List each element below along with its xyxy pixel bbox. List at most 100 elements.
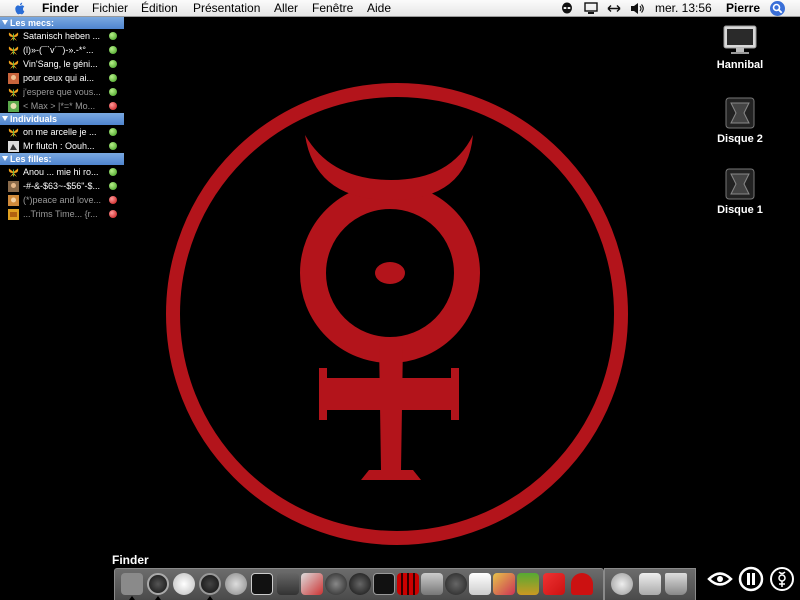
menu-fichier[interactable]: Fichier (92, 1, 128, 16)
buddy-row[interactable]: < Max > |*=* Mo... (0, 99, 124, 113)
disclosure-triangle-icon[interactable] (2, 20, 8, 25)
apple-menu-icon[interactable] (12, 1, 28, 16)
buddy-row[interactable]: -#-&-$63~-$56"-$... (0, 179, 124, 193)
address-book-icon[interactable] (493, 573, 515, 595)
desktop-icon-hannibal[interactable]: Hannibal (700, 24, 780, 71)
running-indicator-icon (155, 596, 161, 600)
pineapple-icon[interactable] (517, 573, 539, 595)
status-available-icon (109, 46, 117, 54)
buddy-row[interactable]: Satanisch heben ... (0, 29, 124, 43)
sync-icon[interactable] (225, 573, 247, 595)
buddy-row[interactable]: j'espere que vous... (0, 85, 124, 99)
status-available-icon (109, 168, 117, 176)
hard-drive-icon (725, 97, 755, 129)
photos-icon[interactable] (301, 573, 323, 595)
menu-fenetre[interactable]: Fenêtre (312, 1, 353, 16)
buddy-row[interactable]: pour ceux qui ai... (0, 71, 124, 85)
buddy-name: Anou ... mie hi ro... (23, 167, 99, 177)
group-name: Individuals (10, 114, 58, 124)
spotlight-button[interactable] (770, 1, 785, 16)
apple-icon[interactable] (373, 573, 395, 595)
safari-icon[interactable] (199, 573, 221, 595)
buddy-row[interactable]: (*)peace and love... (0, 193, 124, 207)
trash-icon[interactable] (665, 573, 687, 595)
disclosure-triangle-icon[interactable] (2, 116, 8, 121)
photo-avatar (8, 181, 19, 192)
dock (114, 568, 604, 600)
mail-icon[interactable] (611, 573, 633, 595)
menu-user[interactable]: Pierre (726, 1, 760, 16)
folder-icon[interactable] (639, 573, 661, 595)
desktop-icon-label: Disque 2 (717, 133, 763, 145)
wallpaper-mercury-symbol (166, 83, 628, 545)
menu-presentation[interactable]: Présentation (193, 1, 260, 16)
status-available-icon (109, 128, 117, 136)
buddy-row[interactable]: Mr flutch : Oouh... (0, 139, 124, 153)
buddy-row[interactable]: Anou ... mie hi ro... (0, 165, 124, 179)
buddy-row[interactable]: Vin'Sang, le géni... (0, 57, 124, 71)
menu-app-name[interactable]: Finder (42, 1, 79, 16)
buddy-name: Mr flutch : Oouh... (23, 141, 95, 151)
display-menu-icon[interactable] (584, 2, 598, 15)
photo-avatar (8, 195, 19, 206)
dashboard-icon[interactable] (147, 573, 169, 595)
speaker-icon[interactable] (421, 573, 443, 595)
running-indicator-icon (129, 596, 135, 600)
desktop-icon-disque-2[interactable]: Disque 2 (700, 96, 780, 145)
menu-aller[interactable]: Aller (274, 1, 298, 16)
ichat-icon[interactable] (277, 573, 299, 595)
compass-icon[interactable] (325, 573, 347, 595)
buddy-name: j'espere que vous... (23, 87, 101, 97)
group-header-individuals[interactable]: Individuals (0, 113, 124, 125)
alien-menu-icon[interactable] (560, 2, 574, 15)
buddy-row[interactable]: on me arcelle je ... (0, 125, 124, 139)
globe-icon[interactable] (349, 573, 371, 595)
buddy-name: pour ceux qui ai... (23, 73, 95, 83)
tiles-icon[interactable] (543, 573, 565, 595)
monitor-icon (723, 25, 757, 54)
butterfly-icon (8, 168, 19, 177)
buddy-name: < Max > |*=* Mo... (23, 101, 96, 111)
status-available-icon (109, 182, 117, 190)
status-available-icon (109, 142, 117, 150)
dvd-player-icon[interactable] (173, 573, 195, 595)
eye-symbol-icon[interactable] (707, 566, 733, 592)
pause-circle-icon[interactable] (738, 566, 764, 592)
buddy-row[interactable]: ...Trims Time... {r... (0, 207, 124, 221)
photo-avatar (8, 209, 19, 220)
mercury-symbol-icon[interactable] (769, 566, 795, 592)
buddy-name: -#-&-$63~-$56"-$... (23, 181, 100, 191)
group-header-les-filles[interactable]: Les filles: (0, 153, 124, 165)
volume-icon[interactable] (630, 2, 644, 15)
buddy-name: on me arcelle je ... (23, 127, 97, 137)
robot-icon[interactable] (571, 573, 593, 595)
butterfly-icon (8, 128, 19, 137)
group-header-les-mecs[interactable]: Les mecs: (0, 17, 124, 29)
buddy-row[interactable]: (l)»-(¯`v´¯)-».-*°... (0, 43, 124, 57)
photo-avatar (8, 141, 19, 152)
finder-icon[interactable] (121, 573, 143, 595)
hard-drive-icon (725, 168, 755, 200)
menu-aide[interactable]: Aide (367, 1, 391, 16)
disclosure-triangle-icon[interactable] (2, 156, 8, 161)
butterfly-icon (8, 60, 19, 69)
buddy-name: Vin'Sang, le géni... (23, 59, 98, 69)
buddy-name: (l)»-(¯`v´¯)-».-*°... (23, 45, 94, 55)
film-icon[interactable] (397, 573, 419, 595)
cartoon-avatar (8, 101, 19, 112)
running-indicator-icon (207, 596, 213, 600)
buddy-name: (*)peace and love... (23, 195, 102, 205)
terminal-icon[interactable] (251, 573, 273, 595)
butterfly-icon (8, 88, 19, 97)
spotlight-search-icon (772, 3, 783, 14)
refresh-icon[interactable] (445, 573, 467, 595)
buddy-name: ...Trims Time... {r... (23, 209, 98, 219)
buddy-list: Les mecs: Satanisch heben ... (l)»-(¯`v´… (0, 17, 124, 221)
documents-icon[interactable] (469, 573, 491, 595)
desktop-icon-disque-1[interactable]: Disque 1 (700, 167, 780, 216)
network-arrows-icon[interactable] (607, 2, 621, 15)
menu-edition[interactable]: Édition (141, 1, 178, 16)
status-available-icon (109, 88, 117, 96)
status-available-icon (109, 60, 117, 68)
menu-clock[interactable]: mer. 13:56 (655, 1, 712, 16)
